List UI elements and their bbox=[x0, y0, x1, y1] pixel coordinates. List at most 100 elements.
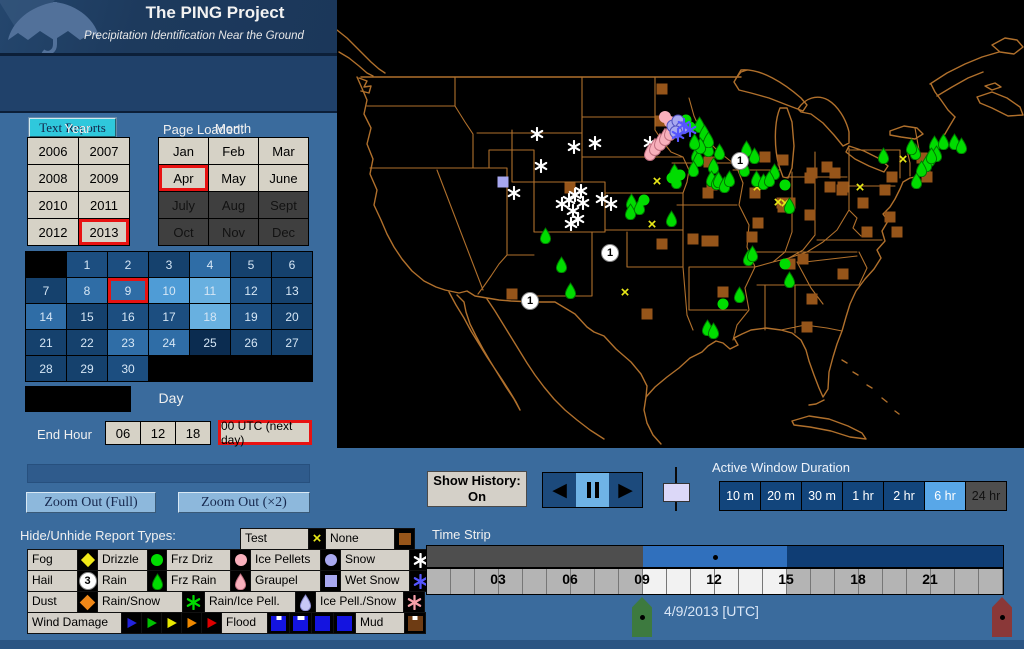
us-precipitation-map[interactable]: ××××××××111 bbox=[337, 0, 1024, 448]
year-cell-2011[interactable]: 2011 bbox=[79, 192, 129, 218]
drop-pink-icon[interactable] bbox=[231, 571, 250, 591]
report-none-marker[interactable] bbox=[747, 232, 758, 243]
report-none-marker[interactable] bbox=[862, 227, 873, 238]
year-cell-2010[interactable]: 2010 bbox=[28, 192, 78, 218]
circ-lav-icon[interactable] bbox=[321, 550, 340, 570]
year-cell-2008[interactable]: 2008 bbox=[28, 165, 78, 191]
time-strip-overview-bar[interactable] bbox=[426, 545, 1004, 568]
flood-1-icon[interactable] bbox=[290, 613, 311, 633]
report-hail-marker[interactable]: 1 bbox=[601, 244, 619, 262]
month-cell-may[interactable]: May bbox=[209, 165, 258, 191]
ast-pink-icon[interactable] bbox=[404, 592, 424, 612]
legend-label-drizzle[interactable]: Drizzle bbox=[98, 550, 147, 570]
report-test-marker[interactable]: × bbox=[856, 182, 865, 194]
report-none-marker[interactable] bbox=[837, 185, 848, 196]
hour-cell-1[interactable] bbox=[451, 569, 475, 594]
report-none-marker[interactable] bbox=[688, 234, 699, 245]
duration-1hr[interactable]: 1 hr bbox=[843, 482, 884, 510]
calendar-day-9[interactable]: 9 bbox=[108, 278, 148, 303]
report-drizzle-marker[interactable] bbox=[780, 180, 791, 191]
calendar-day-16[interactable]: 16 bbox=[108, 304, 148, 329]
report-test-marker[interactable]: × bbox=[899, 154, 908, 166]
calendar-day-27[interactable]: 27 bbox=[272, 330, 312, 355]
calendar-day-12[interactable]: 12 bbox=[231, 278, 271, 303]
legend-label-ice-pellets[interactable]: Ice Pellets bbox=[251, 550, 320, 570]
hour-cell-22[interactable] bbox=[955, 569, 979, 594]
calendar-day-22[interactable]: 22 bbox=[67, 330, 107, 355]
legend-label-graupel[interactable]: Graupel bbox=[251, 571, 320, 591]
calendar-day-1[interactable]: 1 bbox=[67, 252, 107, 277]
report-drizzle-marker[interactable] bbox=[780, 259, 791, 270]
drop-lav-icon[interactable] bbox=[296, 592, 315, 612]
report-none-marker[interactable] bbox=[760, 152, 771, 163]
legend-label-wet-snow[interactable]: Wet Snow bbox=[341, 571, 409, 591]
report-none-marker[interactable] bbox=[798, 254, 809, 265]
calendar-day-2[interactable]: 2 bbox=[108, 252, 148, 277]
report-drizzle-marker[interactable] bbox=[675, 170, 686, 181]
flood-3-icon[interactable] bbox=[334, 613, 355, 633]
show-history-toggle[interactable]: Show History: On bbox=[427, 471, 527, 507]
legend-label-frz-driz[interactable]: Frz Driz bbox=[167, 550, 230, 570]
report-test-marker[interactable]: × bbox=[621, 287, 630, 299]
report-none-marker[interactable] bbox=[880, 185, 891, 196]
calendar-day-5[interactable]: 5 bbox=[231, 252, 271, 277]
zoom-out-x2-button[interactable]: Zoom Out (×2) bbox=[178, 492, 310, 513]
flood-2-icon[interactable] bbox=[312, 613, 333, 633]
report-none-marker[interactable] bbox=[802, 322, 813, 333]
sq-brown-icon[interactable] bbox=[395, 529, 414, 549]
circ-pink-icon[interactable] bbox=[231, 550, 250, 570]
legend-label-rain-ice-pell-[interactable]: Rain/Ice Pell. bbox=[205, 592, 295, 612]
report-drizzle-marker[interactable] bbox=[639, 195, 650, 206]
report-none-marker[interactable] bbox=[830, 168, 841, 179]
hour-cell-7[interactable] bbox=[595, 569, 619, 594]
calendar-day-14[interactable]: 14 bbox=[26, 304, 66, 329]
year-cell-2012[interactable]: 2012 bbox=[28, 219, 78, 245]
calendar-day-10[interactable]: 10 bbox=[149, 278, 189, 303]
end-hour-18[interactable]: 18 bbox=[175, 421, 211, 445]
report-drizzle-marker[interactable] bbox=[718, 299, 729, 310]
sq-lav-icon[interactable] bbox=[321, 571, 340, 591]
report-none-marker[interactable] bbox=[507, 289, 518, 300]
report-hail-marker[interactable]: 1 bbox=[731, 152, 749, 170]
report-graupel-marker[interactable] bbox=[498, 177, 509, 188]
report-hail-marker[interactable]: 1 bbox=[521, 292, 539, 310]
legend-label-test[interactable]: Test bbox=[241, 529, 308, 549]
month-cell-mar[interactable]: Mar bbox=[259, 138, 308, 164]
calendar-day-8[interactable]: 8 bbox=[67, 278, 107, 303]
duration-30m[interactable]: 30 m bbox=[802, 482, 843, 510]
calendar-day-30[interactable]: 30 bbox=[108, 356, 148, 381]
legend-label-mud[interactable]: Mud bbox=[356, 613, 404, 633]
duration-2hr[interactable]: 2 hr bbox=[884, 482, 925, 510]
legend-label-ice-pell-snow[interactable]: Ice Pell./Snow bbox=[316, 592, 403, 612]
hour-cell-19[interactable] bbox=[883, 569, 907, 594]
calendar-day-24[interactable]: 24 bbox=[149, 330, 189, 355]
report-none-marker[interactable] bbox=[805, 210, 816, 221]
calendar-day-17[interactable]: 17 bbox=[149, 304, 189, 329]
calendar-day-4[interactable]: 4 bbox=[190, 252, 230, 277]
month-cell-jan[interactable]: Jan bbox=[159, 138, 208, 164]
report-none-marker[interactable] bbox=[642, 309, 653, 320]
calendar-day-28[interactable]: 28 bbox=[26, 356, 66, 381]
report-none-marker[interactable] bbox=[892, 227, 903, 238]
report-none-marker[interactable] bbox=[708, 236, 719, 247]
speed-slider-handle[interactable] bbox=[663, 483, 690, 502]
end-hour-next-day-button[interactable]: 00 UTC (next day) bbox=[218, 420, 312, 445]
legend-label-flood[interactable]: Flood bbox=[222, 613, 267, 633]
legend-label-rain-snow[interactable]: Rain/Snow bbox=[98, 592, 182, 612]
diamond-yellow-icon[interactable] bbox=[78, 550, 97, 570]
window-end-marker[interactable] bbox=[992, 597, 1012, 637]
legend-label-rain[interactable]: Rain bbox=[98, 571, 147, 591]
legend-label-fog[interactable]: Fog bbox=[28, 550, 77, 570]
calendar-day-23[interactable]: 23 bbox=[108, 330, 148, 355]
hour-cell-0[interactable] bbox=[427, 569, 451, 594]
diamond-orange-icon[interactable] bbox=[78, 592, 97, 612]
report-test-marker[interactable]: × bbox=[653, 176, 662, 188]
report-none-marker[interactable] bbox=[807, 168, 818, 179]
tri-3-icon[interactable] bbox=[182, 613, 201, 633]
month-cell-feb[interactable]: Feb bbox=[209, 138, 258, 164]
calendar-day-13[interactable]: 13 bbox=[272, 278, 312, 303]
duration-10m[interactable]: 10 m bbox=[720, 482, 761, 510]
calendar-day-18[interactable]: 18 bbox=[190, 304, 230, 329]
end-hour-06[interactable]: 06 bbox=[105, 421, 141, 445]
calendar-day-11[interactable]: 11 bbox=[190, 278, 230, 303]
